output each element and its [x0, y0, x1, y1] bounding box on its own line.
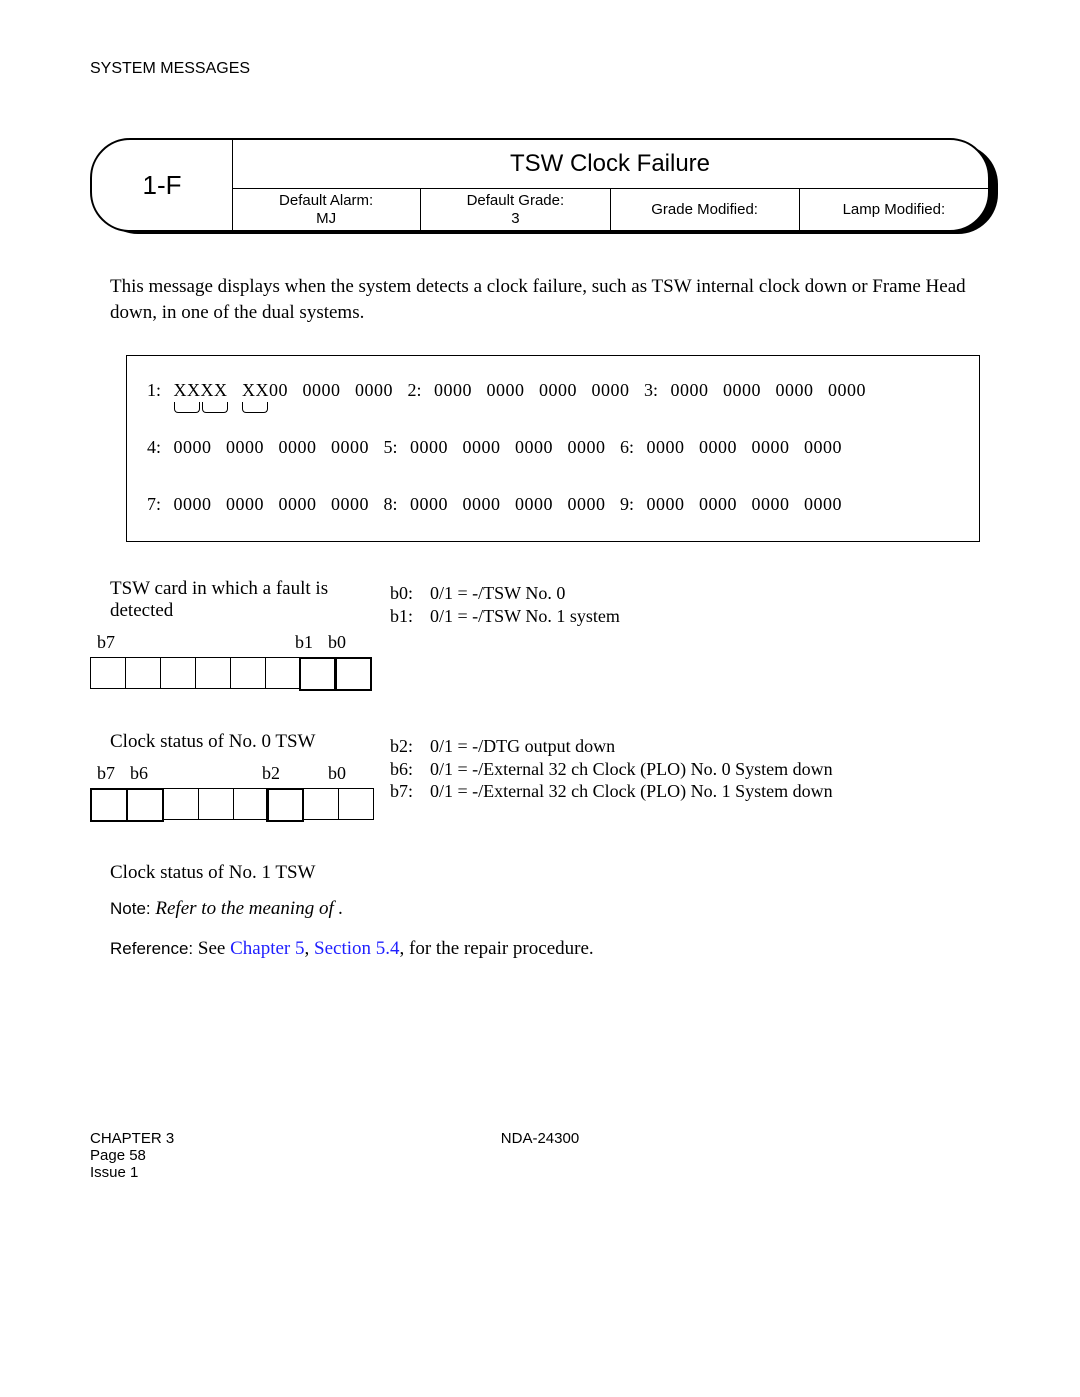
footer-page: Page 58: [90, 1147, 290, 1164]
default-grade-value: 3: [511, 210, 519, 228]
default-grade-label: Default Grade:: [467, 192, 565, 210]
data-row-1: 1: XXXX XX00 0000 0000 2: 0000 0000 0000…: [147, 380, 959, 401]
data-row-3: 7: 0000 0000 0000 0000 8: 0000 0000 0000…: [147, 494, 959, 515]
message-code: 1-F: [92, 140, 233, 230]
section1-label: TSW card in which a fault is detected: [110, 578, 390, 622]
data-bytes-box: 1: XXXX XX00 0000 0000 2: 0000 0000 0000…: [126, 355, 980, 542]
default-grade-cell: Default Grade: 3: [421, 189, 610, 231]
default-alarm-label: Default Alarm:: [279, 192, 373, 210]
default-alarm-cell: Default Alarm: MJ: [232, 189, 421, 231]
footer-doc: NDA-24300: [290, 1130, 790, 1181]
page-footer: CHAPTER 3 Page 58 Issue 1 NDA-24300: [90, 1130, 990, 1181]
data-row-2: 4: 0000 0000 0000 0000 5: 0000 0000 0000…: [147, 437, 959, 458]
section1-byte: [90, 657, 390, 691]
link-chapter5[interactable]: Chapter 5: [230, 938, 304, 959]
page-header: SYSTEM MESSAGES: [90, 60, 990, 78]
grade-modified-label: Grade Modified:: [651, 201, 758, 219]
lamp-modified-label: Lamp Modified:: [843, 201, 946, 219]
footer-issue: Issue 1: [90, 1164, 290, 1181]
note-line: Note: Refer to the meaning of .: [110, 898, 990, 920]
message-description: This message displays when the system de…: [110, 274, 970, 325]
link-section54[interactable]: Section 5.4: [314, 938, 400, 959]
message-title: TSW Clock Failure: [232, 140, 988, 188]
reference-line: Reference: See Chapter 5, Section 5.4, f…: [110, 938, 990, 960]
lamp-modified-cell: Lamp Modified:: [800, 189, 988, 231]
title-box: 1-F TSW Clock Failure Default Alarm: MJ …: [90, 138, 990, 234]
default-alarm-value: MJ: [316, 210, 336, 228]
section2-label: Clock status of No. 0 TSW: [110, 731, 390, 753]
footer-chapter: CHAPTER 3: [90, 1130, 290, 1147]
grade-modified-cell: Grade Modified:: [611, 189, 800, 231]
section3-label: Clock status of No. 1 TSW: [110, 862, 990, 884]
section2-byte: [90, 788, 390, 822]
